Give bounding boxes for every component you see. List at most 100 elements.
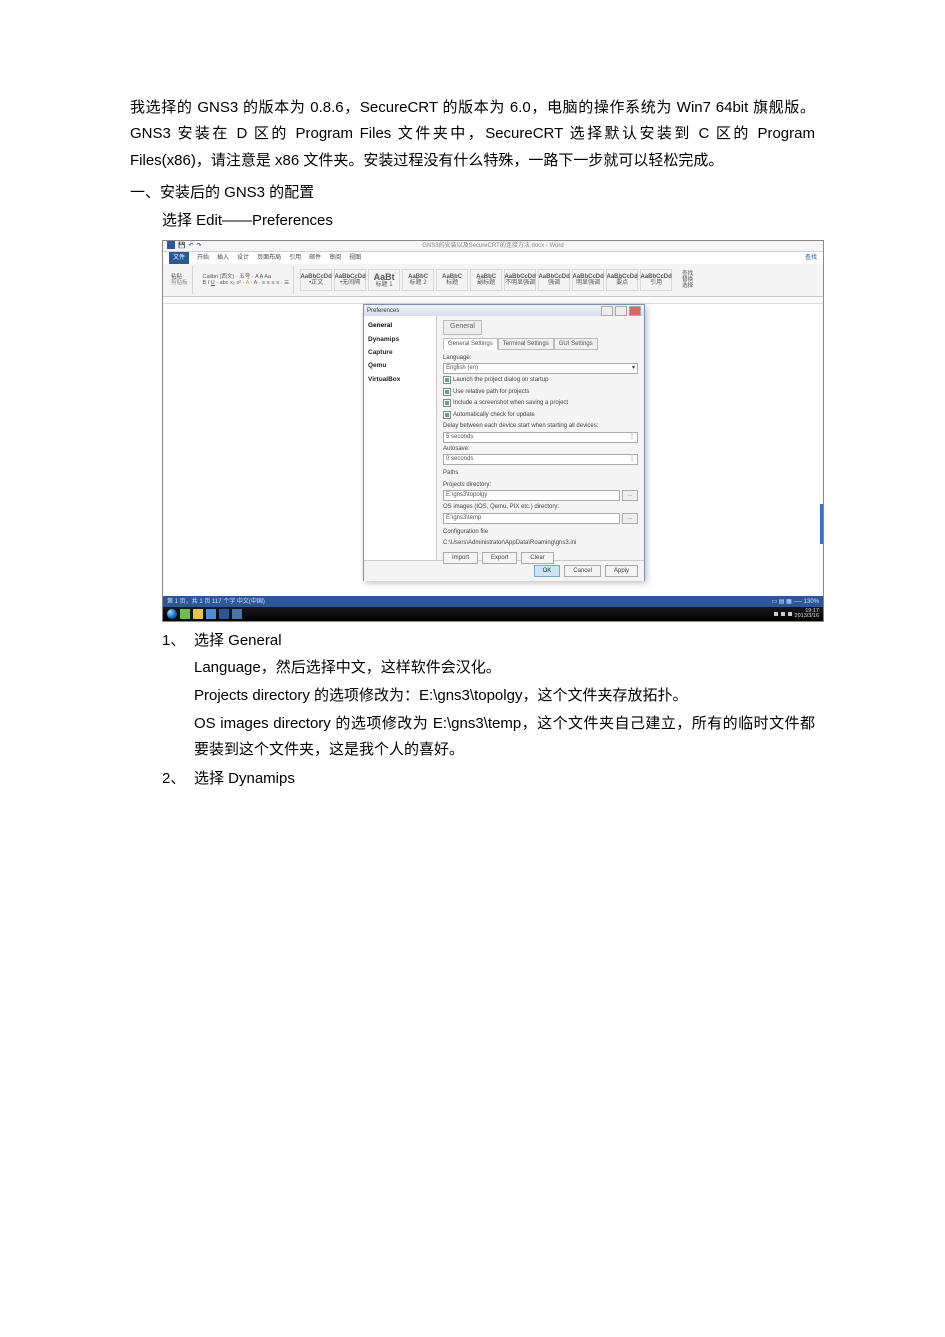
scrollbar-thumb[interactable] <box>820 504 823 544</box>
taskbar-icon-1[interactable] <box>180 609 190 619</box>
list-number: 2、 <box>162 766 194 792</box>
tray-icon[interactable] <box>781 612 785 616</box>
images-dir-label: OS images (IOS, Qemu, PIX etc.) director… <box>443 502 638 513</box>
tray-icon[interactable] <box>788 612 792 616</box>
cancel-button[interactable]: Cancel <box>564 565 601 577</box>
tab-general-settings[interactable]: General Settings <box>443 338 498 350</box>
language-value: English (en) <box>446 363 478 374</box>
style-heading1[interactable]: AaBt标题 1 <box>368 269 400 291</box>
images-dir-input[interactable]: E:\gns3\temp <box>443 513 620 524</box>
start-button-icon[interactable] <box>167 609 177 619</box>
style-nospacing[interactable]: AaBbCcDd•无间隔 <box>334 269 366 291</box>
ribbon-editing: 查找 替换 选择 <box>678 266 697 294</box>
word-window-title: GNS3的安装以及SecureCRT的连接方法.docx - Word <box>163 241 823 251</box>
style-title[interactable]: AaBbC标题 <box>436 269 468 291</box>
export-button[interactable]: Export <box>482 552 517 564</box>
window-close-icon[interactable] <box>629 306 641 316</box>
taskbar-icon-5[interactable] <box>232 609 242 619</box>
heading-1: 一、安装后的 GNS3 的配置 <box>130 180 815 206</box>
style-intenseemph[interactable]: AaBbCcDd明显强调 <box>572 269 604 291</box>
item1-line1: Language，然后选择中文，这样软件会汉化。 <box>130 655 815 681</box>
item1-line3: OS images directory 的选项修改为 E:\gns3\temp，… <box>130 711 815 764</box>
autosave-input[interactable]: 0 seconds⋮ <box>443 454 638 465</box>
checkbox-relative-path[interactable]: Use relative path for projects <box>443 387 638 398</box>
config-file-path: C:\Users\Administrator\AppData\Roaming\g… <box>443 538 638 549</box>
projects-dir-browse-button[interactable]: ... <box>622 490 638 501</box>
document-page: 我选择的 GNS3 的版本为 0.8.6，SecureCRT 的版本为 6.0，… <box>0 0 945 1337</box>
menu-references[interactable]: 引用 <box>289 253 301 264</box>
menu-design[interactable]: 设计 <box>237 253 249 264</box>
list-title: 选择 General <box>194 628 815 654</box>
style-subtleemph[interactable]: AaBbCcDd不明显强调 <box>504 269 536 291</box>
images-dir-browse-button[interactable]: ... <box>622 513 638 524</box>
preferences-tabs: General Settings Terminal Settings GUI S… <box>443 338 638 350</box>
taskbar-icon-4[interactable] <box>219 609 229 619</box>
section-title: General <box>443 320 482 334</box>
tab-terminal-settings[interactable]: Terminal Settings <box>498 338 554 350</box>
sidebar-item-capture[interactable]: Capture <box>368 346 432 359</box>
word-titlebar: 💾 ↶ ↷ GNS3的安装以及SecureCRT的连接方法.docx - Wor… <box>163 241 823 252</box>
paths-header: Paths <box>443 468 638 479</box>
language-label: Language: <box>443 353 638 364</box>
spinner-icon: ⋮ <box>629 454 635 465</box>
preferences-sidebar: General Dynamips Capture Qemu VirtualBox <box>364 316 437 560</box>
menu-file[interactable]: 文件 <box>169 252 189 264</box>
ribbon-search[interactable]: 查找 <box>805 253 817 264</box>
menu-view[interactable]: 视图 <box>349 253 361 264</box>
menu-mailings[interactable]: 邮件 <box>309 253 321 264</box>
tray-icon[interactable] <box>774 612 778 616</box>
preferences-panel: General General Settings Terminal Settin… <box>437 316 644 560</box>
apply-button[interactable]: Apply <box>605 565 638 577</box>
status-left: 第 1 页，共 1 页 117 个字 中文(中国) <box>167 597 265 608</box>
window-minimize-icon[interactable] <box>601 306 613 316</box>
delay-input[interactable]: 5 seconds⋮ <box>443 432 638 443</box>
taskbar-clock[interactable]: 19:17 2013/3/16 <box>795 609 819 620</box>
style-quote[interactable]: AaBbCcDd引用 <box>640 269 672 291</box>
import-button[interactable]: Import <box>443 552 478 564</box>
dialog-title: Preferences <box>367 306 399 317</box>
language-select[interactable]: English (en) ▾ <box>443 363 638 374</box>
word-status-bar: 第 1 页，共 1 页 117 个字 中文(中国) ▭ ▤ ▦ ── 130% <box>163 596 823 607</box>
list-title: 选择 Dynamips <box>194 766 815 792</box>
checkbox-autoupdate[interactable]: Automatically check for update <box>443 410 638 421</box>
delay-label: Delay between each device start when sta… <box>443 421 638 432</box>
style-subtitle[interactable]: AaBbC副标题 <box>470 269 502 291</box>
word-ruler <box>163 297 823 304</box>
menu-home[interactable]: 开始 <box>197 253 209 264</box>
taskbar-icon-2[interactable] <box>193 609 203 619</box>
dialog-titlebar: Preferences <box>364 305 644 316</box>
menu-layout[interactable]: 页面布局 <box>257 253 281 264</box>
style-emph[interactable]: AaBbCcDd强调 <box>538 269 570 291</box>
embedded-screenshot: 💾 ↶ ↷ GNS3的安装以及SecureCRT的连接方法.docx - Wor… <box>162 240 824 622</box>
paragraph-intro: 我选择的 GNS3 的版本为 0.8.6，SecureCRT 的版本为 6.0，… <box>130 95 815 174</box>
style-normal[interactable]: AaBbCcDd•正文 <box>300 269 332 291</box>
ok-button[interactable]: OK <box>534 565 561 577</box>
projects-dir-label: Projects directory: <box>443 480 638 491</box>
window-maximize-icon[interactable] <box>615 306 627 316</box>
preferences-dialog: Preferences General Dynamips Capture Qem… <box>363 304 645 581</box>
heading-1-sub: 选择 Edit——Preferences <box>130 208 815 234</box>
status-zoom[interactable]: ▭ ▤ ▦ ── 130% <box>771 597 819 608</box>
sidebar-item-virtualbox[interactable]: VirtualBox <box>368 373 432 386</box>
style-strong[interactable]: AaBbCcDd要点 <box>606 269 638 291</box>
config-file-header: Configuration file <box>443 527 638 538</box>
projects-dir-input[interactable]: E:\gns3\topolgy <box>443 490 620 501</box>
checkbox-launch-project[interactable]: Launch the project dialog on startup <box>443 375 638 386</box>
list-item-1: 1、 选择 General <box>130 628 815 654</box>
clipboard-label: 剪贴板 <box>171 280 188 286</box>
clear-button[interactable]: Clear <box>521 552 553 564</box>
menu-insert[interactable]: 插入 <box>217 253 229 264</box>
list-number: 1、 <box>162 628 194 654</box>
windows-taskbar: 19:17 2013/3/16 <box>163 607 823 621</box>
tab-gui-settings[interactable]: GUI Settings <box>554 338 598 350</box>
style-heading2[interactable]: AaBbC标题 2 <box>402 269 434 291</box>
select-button[interactable]: 选择 <box>682 283 693 289</box>
taskbar-icon-3[interactable] <box>206 609 216 619</box>
menu-review[interactable]: 审阅 <box>329 253 341 264</box>
sidebar-item-general[interactable]: General <box>368 319 432 332</box>
chevron-down-icon: ▾ <box>632 363 635 374</box>
sidebar-item-dynamips[interactable]: Dynamips <box>368 333 432 346</box>
sidebar-item-qemu[interactable]: Qemu <box>368 359 432 372</box>
checkbox-screenshot[interactable]: Include a screenshot when saving a proje… <box>443 398 638 409</box>
word-ribbon: 粘贴 剪贴板 Calibri (西文) · 五号 · A A Aa B I U … <box>163 264 823 297</box>
